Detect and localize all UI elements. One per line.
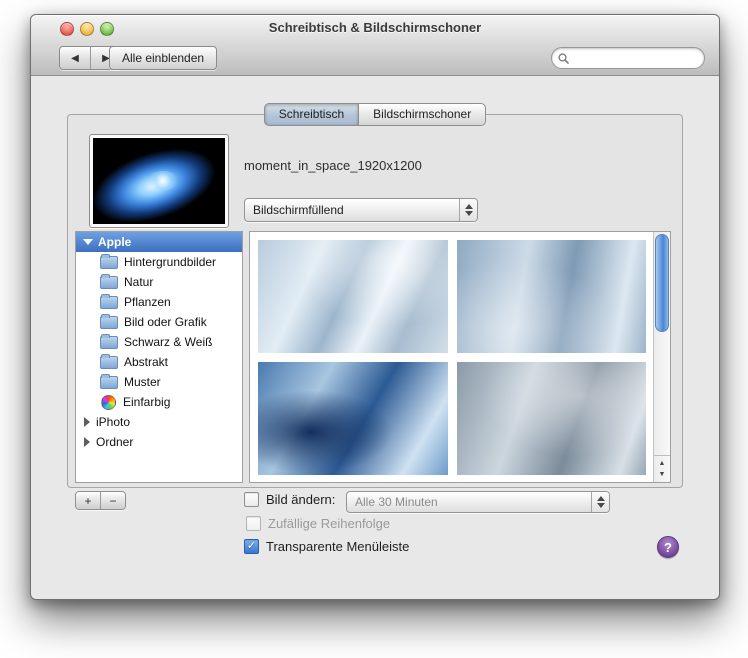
chevron-down-icon: [596, 503, 605, 508]
help-button[interactable]: ?: [657, 536, 679, 558]
tab-schreibtisch[interactable]: Schreibtisch: [263, 103, 359, 126]
folder-icon: [100, 373, 118, 389]
sidebar-item-schwarz-weiss[interactable]: Schwarz & Weiß: [76, 332, 242, 352]
sidebar-item-pflanzen[interactable]: Pflanzen: [76, 292, 242, 312]
wallpaper-thumbnail-2[interactable]: [456, 240, 646, 353]
scrollbar-arrows: ▲ ▼: [654, 455, 670, 482]
sidebar-item-label: Muster: [124, 375, 161, 389]
window-title: Schreibtisch & Bildschirmschoner: [268, 20, 482, 35]
tab-bildschirmschoner[interactable]: Bildschirmschoner: [358, 103, 487, 126]
tab-control: Schreibtisch Bildschirmschoner: [31, 103, 719, 126]
sidebar-item-label: Schwarz & Weiß: [124, 335, 213, 349]
back-button[interactable]: ◀: [60, 47, 90, 69]
color-wheel-icon: [101, 394, 116, 410]
sidebar-group-label: Ordner: [96, 435, 134, 449]
interval-popup-label: Alle 30 Minuten: [355, 495, 438, 509]
sidebar-item-label: Einfarbig: [123, 395, 171, 409]
sidebar-item-einfarbig[interactable]: Einfarbig: [76, 392, 242, 412]
sidebar-group-label: Apple: [98, 235, 132, 249]
sidebar-group-ordner[interactable]: Ordner: [76, 432, 242, 452]
add-button[interactable]: +: [76, 492, 100, 509]
add-remove-segment: + −: [75, 491, 126, 510]
sidebar-item-label: Natur: [124, 275, 154, 289]
popup-stepper-icon: [591, 492, 609, 512]
search-icon: [552, 52, 569, 64]
disclosure-right-icon[interactable]: [84, 417, 90, 427]
chevron-up-icon: [596, 496, 605, 501]
scroll-up-arrow-icon[interactable]: ▲: [659, 460, 666, 467]
source-list: Apple Hintergrundbilder Natur Pflanzen B…: [75, 231, 243, 483]
random-order-checkbox[interactable]: [246, 516, 261, 531]
sidebar-item-label: Pflanzen: [124, 295, 171, 309]
galaxy-image: [93, 138, 225, 224]
search-input[interactable]: [569, 49, 704, 67]
translucent-menubar-row: ✓ Transparente Menüleiste: [244, 539, 409, 554]
wallpaper-thumbnail-3[interactable]: [258, 362, 448, 475]
popup-stepper-icon: [459, 199, 477, 221]
remove-button[interactable]: −: [100, 492, 125, 509]
sidebar-item-abstrakt[interactable]: Abstrakt: [76, 352, 242, 372]
random-order-label: Zufällige Reihenfolge: [268, 516, 391, 531]
current-wallpaper-preview: [89, 134, 229, 228]
fill-mode-popup[interactable]: Bildschirmfüllend: [244, 198, 478, 222]
translucent-menubar-checkbox[interactable]: ✓: [244, 539, 259, 554]
sidebar-item-hintergrundbilder[interactable]: Hintergrundbilder: [76, 252, 242, 272]
disclosure-right-icon[interactable]: [84, 437, 90, 447]
checkmark-icon: ✓: [246, 540, 257, 552]
disclosure-down-icon[interactable]: [83, 239, 93, 245]
chevron-down-icon: [464, 211, 473, 216]
sidebar-item-label: Bild oder Grafik: [124, 315, 207, 329]
search-field[interactable]: [551, 47, 705, 69]
sidebar-group-apple[interactable]: Apple: [76, 232, 242, 252]
sidebar-group-iphoto[interactable]: iPhoto: [76, 412, 242, 432]
sidebar-item-label: Abstrakt: [124, 355, 169, 369]
preferences-window: Schreibtisch & Bildschirmschoner ◀ ▶ All…: [30, 14, 720, 600]
sidebar-item-label: Hintergrundbilder: [124, 255, 217, 269]
wallpaper-thumbnail-1[interactable]: [258, 240, 448, 353]
translucent-menubar-label: Transparente Menüleiste: [266, 539, 410, 554]
sidebar-item-bild-oder-grafik[interactable]: Bild oder Grafik: [76, 312, 242, 332]
random-order-row: Zufällige Reihenfolge: [246, 516, 390, 531]
sidebar-item-muster[interactable]: Muster: [76, 372, 242, 392]
folder-icon: [100, 253, 118, 269]
change-picture-row: Bild ändern:: [244, 492, 335, 507]
sidebar-group-label: iPhoto: [96, 415, 131, 429]
wallpaper-thumbnail-4[interactable]: [456, 362, 646, 475]
show-all-button[interactable]: Alle einblenden: [109, 46, 218, 70]
scrollbar-thumb[interactable]: [655, 234, 669, 332]
chevron-up-icon: [464, 204, 473, 209]
window-titlebar: Schreibtisch & Bildschirmschoner ◀ ▶ All…: [31, 15, 719, 76]
scrollbar-track[interactable]: ▲ ▼: [653, 232, 670, 482]
change-picture-checkbox[interactable]: [244, 492, 259, 507]
sidebar-item-natur[interactable]: Natur: [76, 272, 242, 292]
wallpaper-grid: ▲ ▼: [249, 231, 671, 483]
folder-icon: [100, 273, 118, 289]
scroll-down-arrow-icon[interactable]: ▼: [659, 471, 666, 478]
folder-icon: [100, 313, 118, 329]
wallpaper-filename: moment_in_space_1920x1200: [244, 158, 422, 173]
folder-icon: [100, 333, 118, 349]
fill-mode-popup-label: Bildschirmfüllend: [253, 203, 344, 217]
interval-popup[interactable]: Alle 30 Minuten: [346, 491, 610, 513]
change-picture-label: Bild ändern:: [266, 492, 336, 507]
folder-icon: [100, 293, 118, 309]
folder-icon: [100, 353, 118, 369]
